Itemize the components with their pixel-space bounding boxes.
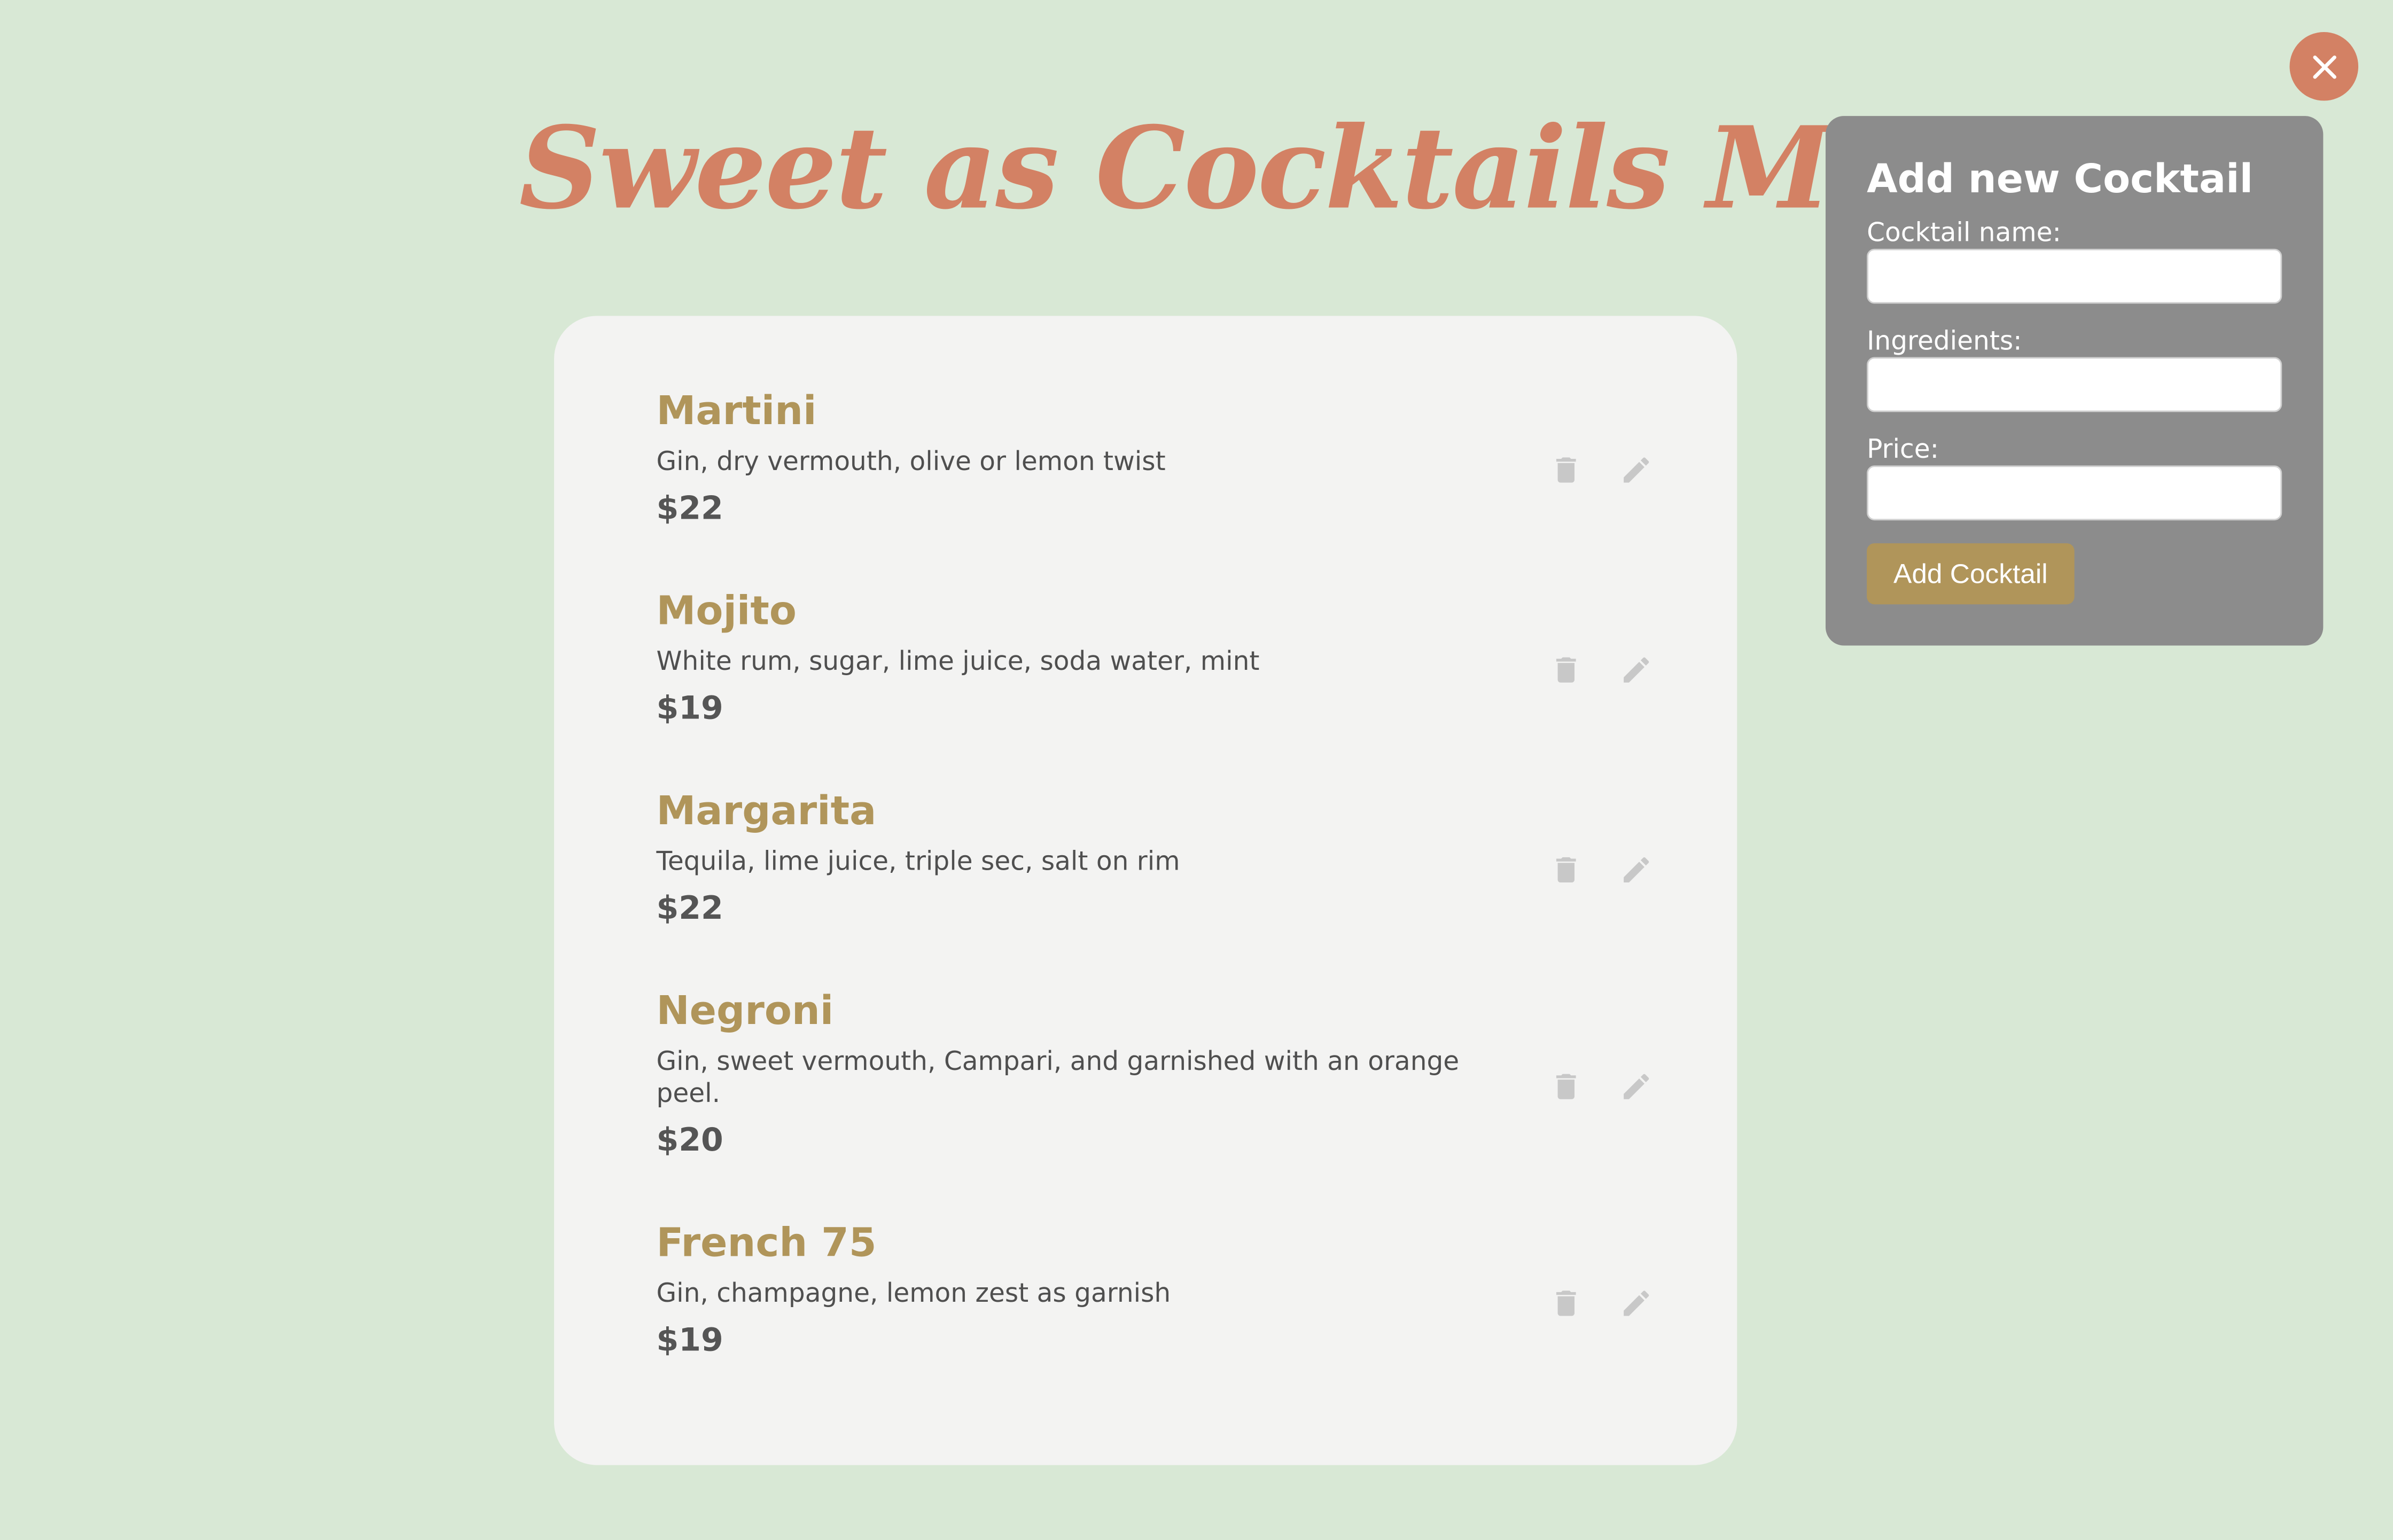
delete-button[interactable] [1549,454,1583,487]
add-cocktail-button[interactable]: Add Cocktail [1867,543,2075,605]
menu-card: Martini Gin, dry vermouth, olive or lemo… [554,316,1737,1465]
cocktail-price: $22 [656,889,723,927]
close-icon [2312,54,2336,79]
trash-icon [1556,857,1576,883]
cocktail-name: French 75 [656,1221,877,1267]
price-input[interactable] [1867,465,2282,521]
edit-button[interactable] [1619,454,1653,487]
price-label: Price: [1867,435,1939,466]
pencil-icon [1624,1291,1649,1316]
cocktail-ingredients: White rum, sugar, lime juice, soda water… [656,647,1260,678]
cocktail-ingredients: Gin, dry vermouth, olive or lemon twist [656,447,1166,478]
cocktail-price: $19 [656,1322,723,1358]
edit-button[interactable] [1619,853,1653,887]
ingredients-input[interactable] [1867,357,2282,412]
cocktail-price: $22 [656,490,723,527]
page-root: Sweet as Cocktails Menu Martini Gin, dry… [0,0,2393,1540]
edit-button[interactable] [1619,1286,1653,1320]
delete-button[interactable] [1549,1286,1583,1320]
edit-button[interactable] [1619,653,1653,687]
pencil-icon [1624,457,1649,483]
pencil-icon [1624,857,1649,883]
add-cocktail-panel: Add new Cocktail Cocktail name: Ingredie… [1825,116,2324,646]
cocktail-ingredients: Gin, champagne, lemon zest as garnish [656,1279,1171,1310]
menu-item: Martini Gin, dry vermouth, olive or lemo… [657,389,1695,528]
cocktail-name-label: Cocktail name: [1867,218,2061,249]
panel-title: Add new Cocktail [1867,157,2254,203]
menu-item: Negroni Gin, sweet vermouth, Campari, an… [657,989,1695,1160]
menu-item: Mojito White rum, sugar, lime juice, sod… [657,589,1695,728]
pencil-icon [1624,1074,1649,1099]
trash-icon [1556,1291,1576,1316]
cocktail-ingredients: Gin, sweet vermouth, Campari, and garnis… [656,1046,1460,1110]
cocktail-name-input[interactable] [1867,248,2282,304]
cocktail-price: $20 [656,1121,723,1159]
delete-button[interactable] [1549,653,1583,687]
ingredients-label: Ingredients: [1867,326,2022,357]
trash-icon [1556,657,1576,683]
cocktail-price: $19 [656,690,723,726]
pencil-icon [1624,657,1649,683]
cocktail-name: Negroni [656,989,834,1035]
trash-icon [1556,457,1576,483]
cocktail-name: Mojito [656,589,797,635]
menu-item: French 75 Gin, champagne, lemon zest as … [657,1221,1695,1360]
delete-button[interactable] [1549,853,1583,887]
cocktail-ingredients: Tequila, lime juice, triple sec, salt on… [656,847,1180,878]
close-button[interactable] [2289,32,2359,101]
delete-button[interactable] [1549,1070,1583,1104]
page-title: Sweet as Cocktails Menu [519,104,2063,235]
edit-button[interactable] [1619,1070,1653,1104]
menu-item: Margarita Tequila, lime juice, triple se… [657,789,1695,928]
cocktail-name: Martini [656,389,817,435]
trash-icon [1556,1074,1576,1099]
cocktail-name: Margarita [656,789,877,835]
